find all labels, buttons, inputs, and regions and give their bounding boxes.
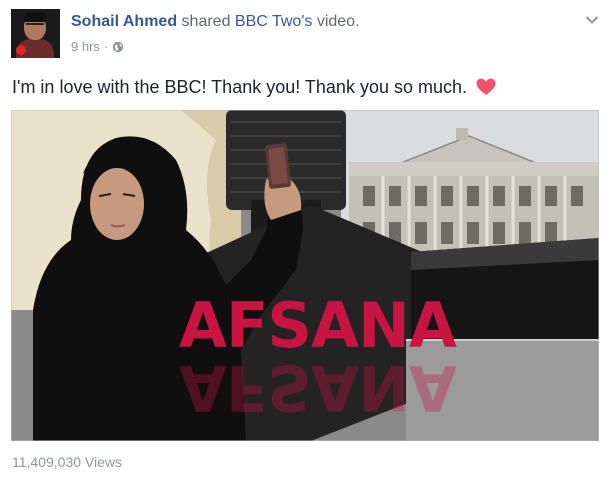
post-message: I'm in love with the BBC! Thank you! Tha… — [12, 77, 496, 98]
video-player[interactable]: AFSANA AFSANA — [11, 110, 599, 441]
video-title-art: AFSANA — [179, 289, 457, 362]
post-timestamp[interactable]: 9 hrs — [71, 39, 100, 54]
chevron-down-icon[interactable] — [585, 12, 599, 24]
shared-object-text: video. — [316, 13, 360, 30]
shared-page-link[interactable]: BBC Two's — [235, 13, 312, 30]
post-header: Sohail Ahmed shared BBC Two's video. — [71, 13, 360, 31]
globe-icon[interactable] — [112, 41, 124, 53]
video-title-reflection: AFSANA — [179, 351, 456, 424]
author-avatar[interactable] — [11, 9, 60, 58]
shared-post: Sohail Ahmed shared BBC Two's video. 9 h… — [0, 0, 611, 478]
post-meta: 9 hrs · — [71, 39, 124, 54]
heart-icon — [476, 78, 496, 96]
post-message-text: I'm in love with the BBC! Thank you! Tha… — [12, 77, 467, 97]
meta-separator: · — [103, 39, 109, 54]
view-count: 11,409,030 Views — [12, 454, 123, 470]
avatar-poppy — [16, 45, 26, 55]
avatar-hair — [23, 12, 47, 22]
author-name-link[interactable]: Sohail Ahmed — [71, 13, 177, 30]
avatar-glasses — [26, 23, 44, 28]
shared-text: shared — [181, 13, 231, 30]
